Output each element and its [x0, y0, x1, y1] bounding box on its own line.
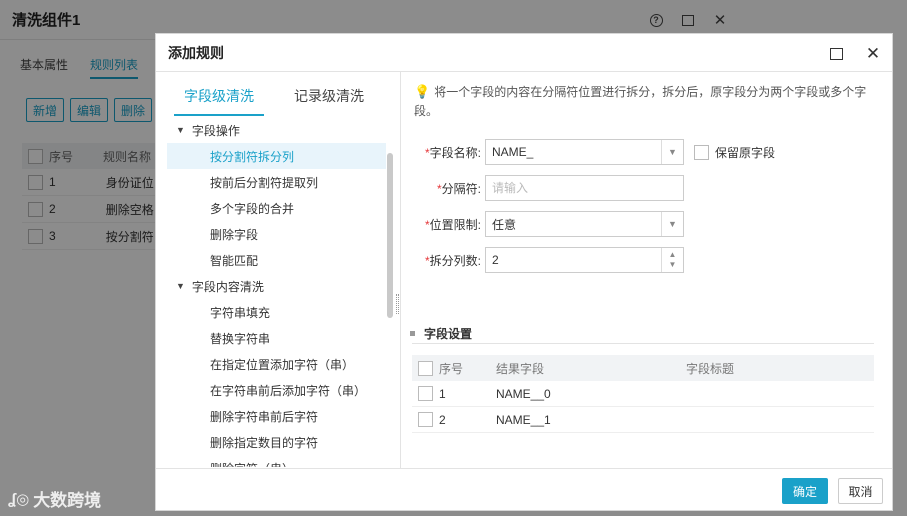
dialog-footer: 确定 取消	[156, 468, 892, 510]
caret-down-icon: ▼	[176, 281, 185, 291]
add-rule-dialog: 添加规则 ✕ 字段级清洗 记录级清洗 ▼ 字段操作 按分割符拆分列 按前后分割符提…	[155, 33, 893, 511]
separator-label: 分隔符:	[441, 181, 481, 196]
rule-hint: 💡 将一个字段的内容在分隔符位置进行拆分，拆分后，原字段分为两个字段或多个字段。	[414, 82, 876, 121]
row-result-field: NAME__0	[496, 386, 551, 401]
row-checkbox[interactable]	[418, 412, 433, 427]
section-marker-icon	[410, 331, 415, 336]
row-checkbox[interactable]	[418, 386, 433, 401]
dropdown-arrow-icon[interactable]: ▼	[661, 212, 683, 236]
tree-item[interactable]: 替换字符串	[156, 325, 386, 351]
rule-level-tabs: 字段级清洗 记录级清洗	[156, 72, 400, 116]
tree-item[interactable]: 多个字段的合并	[156, 195, 386, 221]
tree-scrollbar[interactable]	[387, 153, 393, 318]
split-count-row: *拆分列数: 2 ▲ ▼	[402, 247, 684, 273]
lightbulb-icon: 💡	[414, 84, 431, 99]
rule-category-panel: 字段级清洗 记录级清洗 ▼ 字段操作 按分割符拆分列 按前后分割符提取列 多个字段…	[156, 72, 401, 468]
watermark-text: 大数跨境	[33, 491, 102, 510]
tab-record-level[interactable]: 记录级清洗	[294, 86, 364, 116]
dialog-title: 添加规则	[156, 34, 892, 72]
tree-item[interactable]: 按分割符拆分列	[167, 143, 386, 169]
field-settings-section: 字段设置	[410, 325, 472, 342]
divider	[412, 343, 874, 344]
field-name-select[interactable]: NAME_ ▼	[485, 139, 684, 165]
tree-item[interactable]: 删除字段	[156, 221, 386, 247]
position-label: 位置限制:	[429, 217, 481, 232]
tree-item[interactable]: 按前后分割符提取列	[156, 169, 386, 195]
table-row[interactable]: 1 NAME__0	[412, 381, 874, 407]
tree-group-content-clean[interactable]: ▼ 字段内容清洗	[156, 273, 386, 299]
table-header: 序号 结果字段 字段标题	[412, 355, 874, 381]
stepper-up-icon[interactable]: ▲	[669, 250, 677, 260]
rule-tree: ▼ 字段操作 按分割符拆分列 按前后分割符提取列 多个字段的合并 删除字段 智能匹…	[156, 117, 386, 467]
tree-item[interactable]: 在指定位置添加字符（串）	[156, 351, 386, 377]
field-name-row: *字段名称: NAME_ ▼ 保留原字段	[402, 139, 775, 165]
keep-original-label: 保留原字段	[715, 145, 776, 160]
stepper-down-icon[interactable]: ▼	[669, 260, 677, 270]
tree-item[interactable]: 删除字符（串）	[156, 455, 386, 468]
table-row[interactable]: 2 NAME__1	[412, 407, 874, 433]
close-icon[interactable]: ✕	[861, 42, 885, 66]
position-value: 任意	[492, 217, 517, 232]
header-field-title: 字段标题	[686, 361, 735, 376]
tree-item[interactable]: 智能匹配	[156, 247, 386, 273]
position-row: *位置限制: 任意 ▼	[402, 211, 684, 237]
field-settings-table: 序号 结果字段 字段标题 1 NAME__0 2 NAME__1	[412, 355, 874, 433]
cancel-button[interactable]: 取消	[838, 478, 883, 504]
tree-group-label: 字段操作	[191, 123, 240, 138]
select-all-checkbox[interactable]	[418, 360, 433, 376]
position-select[interactable]: 任意 ▼	[485, 211, 684, 237]
header-result-field: 结果字段	[496, 361, 545, 376]
keep-original-checkbox[interactable]	[694, 144, 709, 160]
confirm-button[interactable]: 确定	[782, 478, 828, 504]
watermark: ʆ◎ 大数跨境	[8, 486, 101, 511]
split-count-value[interactable]: 2	[486, 253, 661, 267]
tree-group-field-ops[interactable]: ▼ 字段操作	[156, 117, 386, 143]
tree-item[interactable]: 在字符串前后添加字符（串）	[156, 377, 386, 403]
tree-item[interactable]: 删除字符串前后字符	[156, 403, 386, 429]
caret-down-icon: ▼	[176, 125, 185, 135]
tree-group-label: 字段内容清洗	[191, 279, 264, 294]
dropdown-arrow-icon[interactable]: ▼	[661, 140, 683, 164]
field-name-value: NAME_	[492, 145, 534, 159]
separator-input[interactable]	[485, 175, 684, 201]
row-no: 2	[439, 412, 446, 427]
tree-item[interactable]: 删除指定数目的字符	[156, 429, 386, 455]
field-name-label: 字段名称:	[429, 145, 481, 160]
split-count-label: 拆分列数:	[429, 253, 481, 268]
stepper-arrows-icon[interactable]: ▲ ▼	[661, 248, 683, 272]
rule-config-panel: 💡 将一个字段的内容在分隔符位置进行拆分，拆分后，原字段分为两个字段或多个字段。 …	[402, 72, 892, 468]
header-no: 序号	[439, 361, 464, 376]
watermark-logo-icon: ʆ◎	[8, 490, 30, 508]
hint-text: 将一个字段的内容在分隔符位置进行拆分，拆分后，原字段分为两个字段或多个字段。	[414, 85, 867, 118]
split-count-stepper[interactable]: 2 ▲ ▼	[485, 247, 684, 273]
tab-field-level[interactable]: 字段级清洗	[174, 86, 264, 116]
keep-original-option[interactable]: 保留原字段	[694, 144, 775, 161]
row-result-field: NAME__1	[496, 412, 551, 427]
field-settings-title: 字段设置	[424, 327, 473, 341]
separator-row: *分隔符:	[402, 175, 684, 201]
panel-splitter-handle[interactable]	[396, 294, 399, 314]
maximize-icon[interactable]	[824, 42, 848, 66]
tree-item[interactable]: 字符串填充	[156, 299, 386, 325]
row-no: 1	[439, 386, 446, 401]
